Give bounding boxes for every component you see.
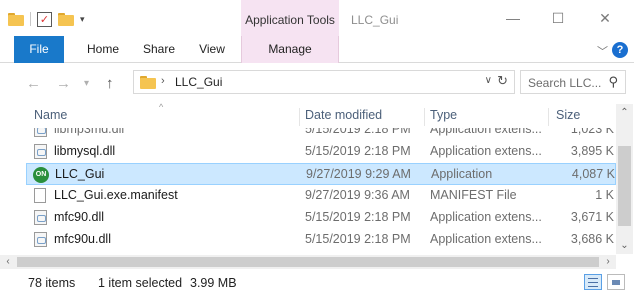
file-size: 3,895 K: [570, 144, 614, 158]
tab-manage[interactable]: Manage: [241, 36, 339, 63]
scrollbar-thumb[interactable]: [618, 146, 631, 226]
app-icon: ON: [33, 167, 49, 183]
file-name: libmysql.dll: [54, 144, 116, 158]
vertical-scrollbar[interactable]: ⌃ ⌄: [616, 104, 633, 254]
list-item[interactable]: libmp3md.dll 5/15/2019 2:18 PM Applicati…: [26, 128, 616, 141]
list-item[interactable]: mfc90.dll 5/15/2019 2:18 PM Application …: [26, 207, 616, 229]
column-header: ^ Name Date modified Type Size: [0, 102, 616, 128]
file-name: libmp3md.dll: [54, 128, 125, 136]
refresh-icon[interactable]: ↻: [497, 73, 508, 89]
status-bar: 78 items 1 item selected 3.99 MB: [0, 271, 634, 295]
details-view-icon[interactable]: [584, 274, 602, 290]
up-arrow-icon[interactable]: ↑: [106, 75, 114, 92]
folder-icon: [8, 12, 24, 26]
maximize-button[interactable]: ☐: [543, 8, 573, 28]
folder-icon: [140, 76, 156, 89]
file-date: 9/27/2019 9:29 AM: [306, 167, 411, 181]
breadcrumb-item[interactable]: LLC_Gui: [175, 75, 222, 89]
address-dropdown-icon[interactable]: ∨: [485, 75, 492, 86]
list-item-selected[interactable]: ON LLC_Gui 9/27/2019 9:29 AM Application…: [26, 163, 616, 185]
file-size: 1 K: [595, 188, 614, 202]
list-item[interactable]: libmysql.dll 5/15/2019 2:18 PM Applicati…: [26, 141, 616, 163]
ribbon-tabs: File Home Share View Manage ﹀ ?: [0, 36, 634, 63]
sort-caret-icon: ^: [159, 102, 164, 112]
file-name: LLC_Gui.exe.manifest: [54, 188, 178, 202]
large-icons-view-icon[interactable]: [607, 274, 625, 290]
tab-file[interactable]: File: [14, 36, 64, 63]
file-name: mfc90u.dll: [54, 232, 111, 246]
customize-qat-icon[interactable]: ▾: [80, 14, 85, 25]
file-size: 3,671 K: [570, 210, 614, 224]
item-count: 78 items: [28, 276, 76, 290]
scroll-up-icon[interactable]: ⌃: [616, 104, 633, 121]
list-item[interactable]: mfc90u.dll 5/15/2019 2:18 PM Application…: [26, 229, 616, 251]
file-date: 5/15/2019 2:18 PM: [305, 144, 411, 158]
file-size: 3,686 K: [570, 232, 614, 246]
column-divider[interactable]: [548, 108, 549, 126]
title-bar: ✓ ▾ Application Tools LLC_Gui — ☐ ✕: [0, 0, 634, 36]
divider: [30, 12, 31, 26]
selection-count: 1 item selected: [98, 276, 183, 290]
dll-file-icon: [34, 232, 47, 247]
scroll-down-icon[interactable]: ⌄: [616, 237, 633, 254]
tab-view[interactable]: View: [190, 36, 234, 63]
context-group-label: Application Tools: [245, 13, 335, 27]
recent-locations-icon[interactable]: ▾: [84, 78, 89, 89]
scrollbar-thumb[interactable]: [17, 257, 599, 267]
tab-home[interactable]: Home: [78, 36, 128, 63]
file-date: 5/15/2019 2:18 PM: [305, 232, 411, 246]
quick-access-toolbar: ✓ ▾: [8, 9, 85, 29]
search-box[interactable]: Search LLC... ⚲: [520, 70, 626, 94]
context-tab-group: Application Tools: [241, 0, 339, 36]
close-button[interactable]: ✕: [590, 8, 620, 28]
file-type: Application extens...: [430, 128, 542, 136]
minimize-button[interactable]: —: [498, 8, 528, 28]
column-date-modified[interactable]: Date modified: [305, 108, 382, 122]
file-type: Application extens...: [430, 144, 542, 158]
dll-file-icon: [34, 144, 47, 159]
navigation-bar: ← → ▾ ↑ › LLC_Gui ∨ ↻ Search LLC... ⚲: [0, 64, 634, 102]
file-name: mfc90.dll: [54, 210, 105, 224]
column-type[interactable]: Type: [430, 108, 457, 122]
expand-ribbon-icon[interactable]: ﹀: [597, 43, 608, 59]
tab-share[interactable]: Share: [136, 36, 182, 63]
file-type: MANIFEST File: [430, 188, 517, 202]
search-icon[interactable]: ⚲: [608, 74, 618, 90]
search-input[interactable]: Search LLC...: [528, 76, 601, 90]
scroll-right-icon[interactable]: ›: [600, 255, 616, 269]
file-size: 1,023 K: [570, 128, 614, 136]
back-arrow-icon[interactable]: ←: [26, 75, 41, 92]
column-size[interactable]: Size: [556, 108, 580, 122]
address-bar[interactable]: › LLC_Gui ∨ ↻: [133, 70, 515, 94]
column-divider[interactable]: [424, 108, 425, 126]
column-divider[interactable]: [299, 108, 300, 126]
dll-file-icon: [34, 128, 47, 137]
file-date: 9/27/2019 9:36 AM: [305, 188, 410, 202]
dll-file-icon: [34, 210, 47, 225]
breadcrumb-chevron-icon[interactable]: ›: [161, 75, 165, 87]
file-list: libmp3md.dll 5/15/2019 2:18 PM Applicati…: [0, 128, 616, 258]
file-type: Application: [431, 167, 493, 181]
forward-arrow-icon[interactable]: →: [56, 75, 71, 92]
horizontal-scrollbar[interactable]: ‹ ›: [0, 255, 616, 269]
file-type: Application extens...: [430, 210, 542, 224]
file-date: 5/15/2019 2:18 PM: [305, 210, 411, 224]
selection-size: 3.99 MB: [190, 276, 237, 290]
file-date: 5/15/2019 2:18 PM: [305, 128, 411, 136]
list-item[interactable]: LLC_Gui.exe.manifest 9/27/2019 9:36 AM M…: [26, 185, 616, 207]
file-name: LLC_Gui: [55, 167, 105, 181]
column-name[interactable]: Name: [34, 108, 67, 122]
new-folder-icon[interactable]: [58, 12, 74, 26]
scroll-left-icon[interactable]: ‹: [0, 255, 16, 269]
window-title: LLC_Gui: [351, 13, 399, 27]
file-icon: [34, 188, 46, 203]
file-size: 4,087 K: [571, 167, 615, 181]
properties-icon[interactable]: ✓: [37, 11, 52, 27]
file-type: Application extens...: [430, 232, 542, 246]
help-icon[interactable]: ?: [612, 42, 628, 58]
